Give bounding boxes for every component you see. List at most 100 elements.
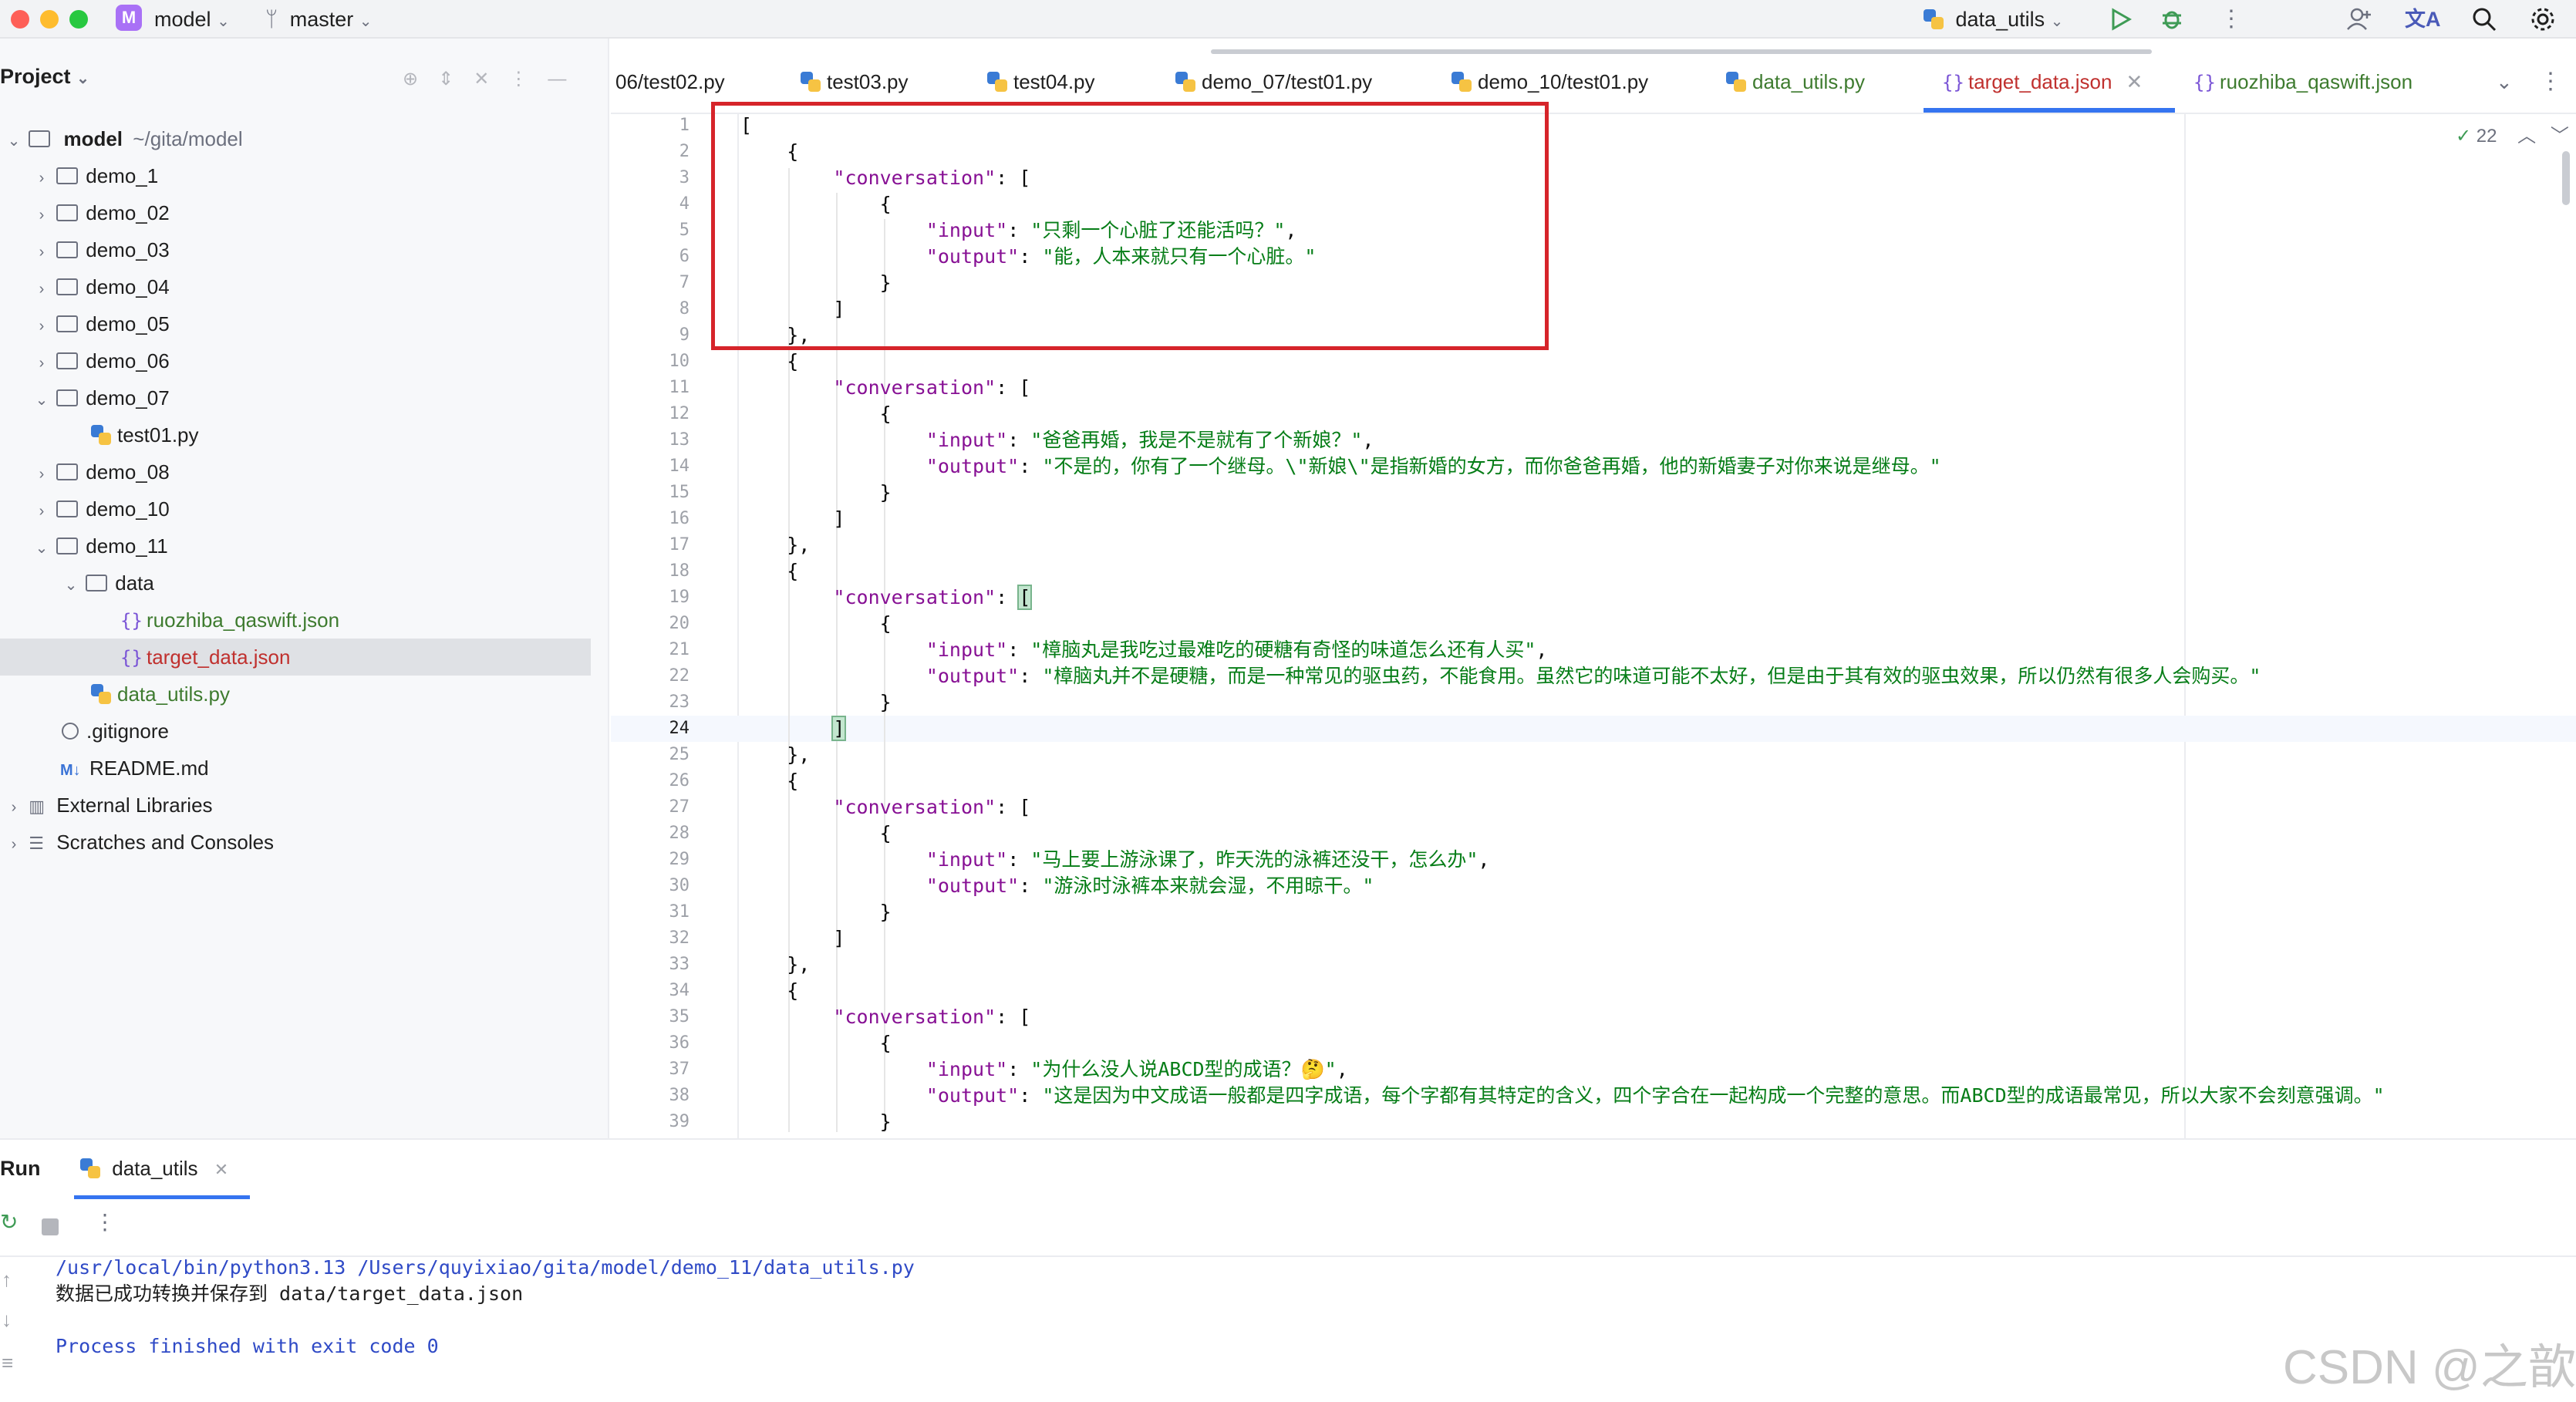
code-line[interactable]: "conversation": [ [740,375,1030,401]
tab-options-icon[interactable]: ⋮ [2539,56,2562,114]
code-line[interactable]: "output": "游泳时泳裤本来就会湿，不用晾干。" [740,873,1374,899]
tree-root[interactable]: ⌄ model ~/gita/model [0,120,591,157]
code-line[interactable]: { [740,768,798,794]
code-line[interactable]: "input": "爸爸再婚，我是不是就有了个新娘？", [740,427,1374,453]
settings-gear-icon[interactable] [2530,6,2556,32]
editor-scrollbar[interactable] [2562,151,2570,205]
tree-item-data-folder[interactable]: ⌄ data [0,565,591,602]
tree-item-gitignore[interactable]: .gitignore [0,713,591,750]
tree-item-demo-02[interactable]: › demo_02 [0,194,591,231]
code-line[interactable]: { [740,349,798,375]
project-badge-icon[interactable]: M [116,5,142,31]
inspection-widget[interactable]: ✓ 22 ︿ ﹀ [2456,120,2569,147]
chevron-right-icon: › [39,281,45,298]
tree-item-demo-10[interactable]: › demo_10 [0,490,591,527]
tab-list-dropdown-icon[interactable]: ⌄ [2496,56,2513,114]
code-line[interactable]: { [740,821,892,847]
tree-item-demo-1[interactable]: › demo_1 [0,157,591,194]
line-number: 1 [679,116,690,135]
line-number: 20 [669,614,690,633]
locate-icon[interactable]: ⊕ [403,69,438,89]
chevron-up-icon[interactable]: ︿ [2517,126,2536,147]
tree-item-demo-05[interactable]: › demo_05 [0,305,591,342]
code-line[interactable]: ] [740,506,845,532]
line-number: 31 [669,902,690,922]
folder-icon [56,167,79,185]
close-tab-icon[interactable]: ✕ [2126,70,2143,93]
tree-item-data-utils-py[interactable]: data_utils.py [0,676,591,713]
translate-icon[interactable]: 文A [2405,6,2441,32]
tab-ruozhiba-json[interactable]: {} ruozhiba_qaswift.json [2193,56,2412,114]
collapse-all-icon[interactable]: ✕ [474,69,509,89]
tree-item-test01-py[interactable]: test01.py [0,416,591,453]
line-number: 9 [679,325,690,345]
scroll-down-icon[interactable]: ↓ [2,1308,12,1332]
tree-item-demo-06[interactable]: › demo_06 [0,342,591,379]
code-line[interactable]: ] [740,925,845,952]
tab-target-data-json[interactable]: {} target_data.json ✕ [1942,56,2143,114]
minimize-window-button[interactable] [40,10,59,29]
chevron-down-icon[interactable]: ﹀ [2551,126,2569,147]
code-line[interactable]: "conversation": [ [740,585,1033,611]
tree-item-demo-11[interactable]: ⌄ demo_11 [0,527,591,565]
code-line[interactable]: }, [740,742,810,768]
hide-panel-icon[interactable]: — [548,69,586,89]
python-file-icon [1726,72,1746,93]
more-options-icon[interactable]: ⋮ [94,1209,116,1235]
run-tab-data-utils[interactable]: data_utils ✕ [80,1157,228,1181]
tree-item-demo-07[interactable]: ⌄ demo_07 [0,379,591,416]
tree-item-scratches[interactable]: › ☰ Scratches and Consoles [0,824,591,861]
code-line[interactable]: ] [740,716,847,742]
run-icon[interactable] [2109,8,2132,31]
code-line[interactable]: } [740,480,892,506]
code-line[interactable]: { [740,558,798,585]
code-line[interactable]: }, [740,532,810,558]
debug-icon[interactable] [2160,6,2184,31]
current-line-highlight [611,716,2576,742]
tab-scrollbar[interactable] [1211,49,2152,54]
add-user-icon[interactable] [2346,6,2372,32]
code-line[interactable]: { [740,611,892,637]
rerun-icon[interactable]: ↻ [0,1209,18,1235]
expand-all-icon[interactable]: ⇕ [438,69,474,89]
close-window-button[interactable] [11,10,29,29]
search-icon[interactable] [2471,6,2497,32]
code-line[interactable]: "input": "马上要上游泳课了，昨天洗的泳裤还没干，怎么办", [740,847,1490,873]
tree-item-target-data-json[interactable]: {} target_data.json [0,639,591,676]
tree-item-demo-08[interactable]: › demo_08 [0,453,591,490]
code-line[interactable]: } [740,1109,892,1135]
run-config-selector[interactable]: data_utils ⌄ [1924,6,2063,35]
close-tab-icon[interactable]: ✕ [214,1160,228,1179]
code-line[interactable]: "output": "不是的，你有了一个继母。\"新娘\"是指新婚的女方，而你爸… [740,453,1941,480]
code-line[interactable]: { [740,401,892,427]
tab-data-utils[interactable]: data_utils.py [1726,56,1865,114]
code-line[interactable]: }, [740,952,810,978]
tab-test02[interactable]: 06/test02.py [615,56,725,114]
scroll-up-icon[interactable]: ↑ [2,1268,12,1292]
tree-item-demo-03[interactable]: › demo_03 [0,231,591,268]
tree-item-demo-04[interactable]: › demo_04 [0,268,591,305]
code-line[interactable]: "output": "樟脑丸并不是硬糖，而是一种常见的驱虫药，不能食用。虽然它的… [740,663,2261,689]
line-number: 12 [669,404,690,423]
branch-selector[interactable]: ᛘ master ⌄ [265,6,373,35]
code-line[interactable]: { [740,978,798,1004]
code-line[interactable]: "conversation": [ [740,1004,1030,1030]
tree-item-readme[interactable]: M↓ README.md [0,750,591,787]
code-line[interactable]: "output": "这是因为中文成语一般都是四字成语，每个字都有其特定的含义，… [740,1083,2385,1109]
stop-icon[interactable] [42,1218,59,1235]
tree-item-ruozhiba-json[interactable]: {} ruozhiba_qaswift.json [0,602,591,639]
code-line[interactable]: "input": "为什么没人说ABCD型的成语？🤔", [740,1057,1348,1083]
code-line[interactable]: "conversation": [ [740,794,1030,821]
project-panel-header[interactable]: Project ⌄ [0,65,89,89]
code-line[interactable]: { [740,1030,892,1057]
project-selector[interactable]: model ⌄ [154,6,230,35]
more-actions-icon[interactable]: ⋮ [2220,6,2243,32]
code-line[interactable]: } [740,689,892,716]
zoom-window-button[interactable] [69,10,88,29]
code-line[interactable]: "input": "樟脑丸是我吃过最难吃的硬糖有奇怪的味道怎么还有人买", [740,637,1548,663]
soft-wrap-icon[interactable]: ≡ [2,1351,13,1375]
tree-item-external-libraries[interactable]: › ▥ External Libraries [0,787,591,824]
code-line[interactable]: } [740,899,892,925]
folder-icon [56,538,79,555]
options-icon[interactable]: ⋮ [509,69,548,89]
